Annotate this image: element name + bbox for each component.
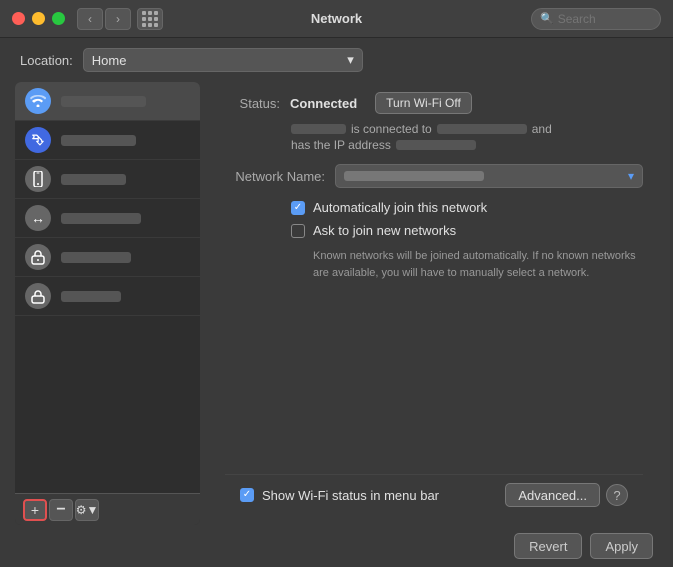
network-name-dropdown[interactable]: ▾: [335, 164, 643, 188]
title-bar: ‹ › Network 🔍: [0, 0, 673, 38]
wifi-icon: [25, 88, 51, 114]
sidebar-item-vpn1[interactable]: [15, 238, 200, 277]
search-input[interactable]: [558, 12, 652, 26]
show-wifi-row: Show Wi-Fi status in menu bar: [240, 488, 439, 503]
auto-join-checkbox[interactable]: [291, 201, 305, 215]
body: ⮷ ↔: [0, 82, 673, 525]
status-description: is connected to and has the IP address: [225, 122, 643, 152]
status-desc-line2: has the IP address: [291, 138, 643, 152]
vpn1-icon: [25, 244, 51, 270]
traffic-lights: [12, 12, 65, 25]
sidebar: ⮷ ↔: [15, 82, 200, 525]
settings-button[interactable]: ⚙▼: [75, 499, 99, 521]
sidebar-item-text-vpn1: [61, 252, 131, 263]
action-buttons: Revert Apply: [0, 525, 673, 567]
network-name-label: Network Name:: [225, 169, 325, 184]
sidebar-item-text-vpn2: [61, 291, 121, 302]
forward-button[interactable]: ›: [105, 8, 131, 30]
chevron-down-icon: ▾: [347, 52, 354, 68]
grid-button[interactable]: [137, 8, 163, 30]
grid-icon: [142, 11, 158, 27]
add-network-button[interactable]: +: [23, 499, 47, 521]
network-name-blurred: [344, 171, 484, 181]
turn-wifi-button[interactable]: Turn Wi-Fi Off: [375, 92, 472, 114]
ask-join-row: Ask to join new networks: [225, 223, 643, 238]
minimize-button[interactable]: [32, 12, 45, 25]
show-wifi-checkbox[interactable]: [240, 488, 254, 502]
maximize-button[interactable]: [52, 12, 65, 25]
thunderbolt-icon: ↔: [25, 205, 51, 231]
advanced-button[interactable]: Advanced...: [505, 483, 600, 507]
help-button[interactable]: ?: [606, 484, 628, 506]
close-button[interactable]: [12, 12, 25, 25]
window-title: Network: [311, 11, 362, 26]
back-button[interactable]: ‹: [77, 8, 103, 30]
location-bar: Location: Home ▾: [0, 38, 673, 82]
network-name-row: Network Name: ▾: [225, 164, 643, 188]
sidebar-item-iphone[interactable]: [15, 160, 200, 199]
sidebar-item-thunderbolt[interactable]: ↔: [15, 199, 200, 238]
ask-join-checkbox[interactable]: [291, 224, 305, 238]
location-value: Home: [92, 53, 127, 68]
location-dropdown[interactable]: Home ▾: [83, 48, 363, 72]
right-panel: Status: Connected Turn Wi-Fi Off is conn…: [210, 82, 658, 525]
revert-button[interactable]: Revert: [514, 533, 582, 559]
status-desc-line1: is connected to and: [291, 122, 643, 136]
sidebar-item-text-thunderbolt: [61, 213, 141, 224]
blurred-network: [437, 124, 527, 134]
blurred-ip: [396, 140, 476, 150]
auto-join-row: Automatically join this network: [225, 200, 643, 215]
sidebar-footer: + − ⚙▼: [15, 493, 200, 525]
sidebar-item-text-iphone: [61, 174, 126, 185]
network-chevron-icon: ▾: [628, 169, 634, 183]
ask-join-label: Ask to join new networks: [313, 223, 456, 238]
vpn2-icon: [25, 283, 51, 309]
remove-network-button[interactable]: −: [49, 499, 73, 521]
sidebar-item-wifi[interactable]: [15, 82, 200, 121]
sidebar-item-vpn2[interactable]: [15, 277, 200, 316]
show-wifi-label: Show Wi-Fi status in menu bar: [262, 488, 439, 503]
bottom-bar: Show Wi-Fi status in menu bar Advanced..…: [225, 474, 643, 515]
blurred-device: [291, 124, 346, 134]
sidebar-item-text-wifi: [61, 96, 146, 107]
search-icon: 🔍: [540, 12, 554, 25]
apply-button[interactable]: Apply: [590, 533, 653, 559]
status-value: Connected: [290, 96, 357, 111]
status-label: Status:: [225, 96, 280, 111]
sidebar-item-bluetooth[interactable]: ⮷: [15, 121, 200, 160]
sidebar-list: ⮷ ↔: [15, 82, 200, 493]
bluetooth-icon: ⮷: [25, 127, 51, 153]
auto-join-label: Automatically join this network: [313, 200, 487, 215]
main-content: Location: Home ▾: [0, 38, 673, 567]
iphone-icon: [25, 166, 51, 192]
ask-join-description: Known networks will be joined automatica…: [225, 248, 643, 281]
bottom-right-buttons: Advanced... ?: [505, 483, 628, 507]
status-row: Status: Connected Turn Wi-Fi Off: [225, 92, 643, 114]
search-box[interactable]: 🔍: [531, 8, 661, 30]
sidebar-item-text-bluetooth: [61, 135, 136, 146]
nav-buttons: ‹ ›: [77, 8, 131, 30]
location-label: Location:: [20, 53, 73, 68]
